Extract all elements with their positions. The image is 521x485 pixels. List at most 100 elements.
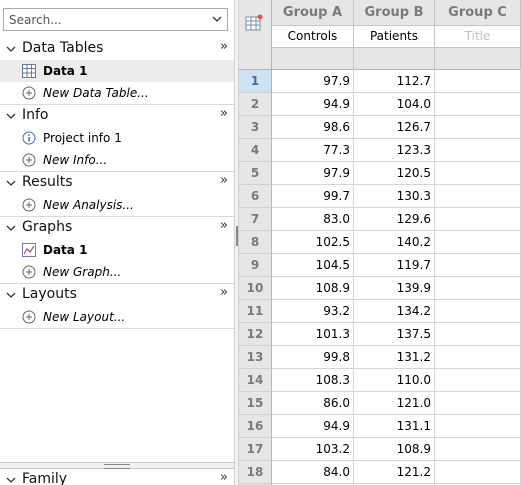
row-number[interactable]: 1 <box>239 70 272 93</box>
table-cell[interactable]: 83.0 <box>272 208 354 231</box>
table-cell[interactable] <box>435 461 521 484</box>
table-format-icon[interactable] <box>245 14 263 32</box>
nav-item-new-info[interactable]: New Info... <box>0 149 234 171</box>
section-header-family[interactable]: Family » <box>0 469 234 485</box>
table-cell[interactable] <box>435 70 521 93</box>
table-cell[interactable]: 94.9 <box>272 93 354 116</box>
nav-item-new-data-table[interactable]: New Data Table... <box>0 82 234 104</box>
table-cell[interactable] <box>435 231 521 254</box>
table-cell[interactable]: 139.9 <box>354 277 435 300</box>
table-cell[interactable] <box>435 300 521 323</box>
table-cell[interactable] <box>435 139 521 162</box>
row-number[interactable]: 5 <box>239 162 272 185</box>
row-number[interactable]: 6 <box>239 185 272 208</box>
section-header-results[interactable]: Results » <box>0 172 234 194</box>
nav-item-new-graph[interactable]: New Graph... <box>0 261 234 283</box>
row-number[interactable]: 13 <box>239 346 272 369</box>
table-cell[interactable]: 104.0 <box>354 93 435 116</box>
more-icon[interactable]: » <box>220 218 228 233</box>
table-cell[interactable]: 77.3 <box>272 139 354 162</box>
section-header-info[interactable]: Info » <box>0 105 234 127</box>
column-title-cell[interactable]: Controls <box>272 26 354 48</box>
table-cell[interactable]: 103.2 <box>272 438 354 461</box>
chevron-down-icon[interactable] <box>6 178 16 188</box>
table-cell[interactable]: 123.3 <box>354 139 435 162</box>
table-cell[interactable]: 99.8 <box>272 346 354 369</box>
table-cell[interactable] <box>435 415 521 438</box>
table-cell[interactable]: 120.5 <box>354 162 435 185</box>
table-cell[interactable] <box>435 277 521 300</box>
nav-item-new-analysis[interactable]: New Analysis... <box>0 194 234 216</box>
table-cell[interactable] <box>435 93 521 116</box>
table-cell[interactable]: 84.0 <box>272 461 354 484</box>
table-cell[interactable] <box>435 116 521 139</box>
row-number[interactable]: 14 <box>239 369 272 392</box>
table-cell[interactable]: 131.1 <box>354 415 435 438</box>
chevron-down-icon[interactable] <box>6 111 16 121</box>
more-icon[interactable]: » <box>220 106 228 121</box>
nav-item-data-1[interactable]: Data 1 <box>0 239 234 261</box>
row-number[interactable]: 17 <box>239 438 272 461</box>
more-icon[interactable]: » <box>220 173 228 188</box>
more-icon[interactable]: » <box>220 470 228 485</box>
table-cell[interactable]: 112.7 <box>354 70 435 93</box>
section-header-graphs[interactable]: Graphs » <box>0 217 234 239</box>
chevron-down-icon[interactable] <box>6 475 16 485</box>
section-header-layouts[interactable]: Layouts » <box>0 284 234 306</box>
row-number[interactable]: 16 <box>239 415 272 438</box>
chevron-down-icon[interactable] <box>6 223 16 233</box>
sheet-corner[interactable] <box>239 0 272 70</box>
table-cell[interactable] <box>435 208 521 231</box>
table-cell[interactable]: 101.3 <box>272 323 354 346</box>
table-cell[interactable] <box>435 346 521 369</box>
row-number[interactable]: 8 <box>239 231 272 254</box>
chevron-down-icon[interactable] <box>6 290 16 300</box>
nav-item-data-1[interactable]: Data 1 <box>0 60 234 82</box>
row-number[interactable]: 9 <box>239 254 272 277</box>
row-number[interactable]: 2 <box>239 93 272 116</box>
table-cell[interactable]: 130.3 <box>354 185 435 208</box>
column-header[interactable]: Group A <box>272 0 354 26</box>
row-number[interactable]: 4 <box>239 139 272 162</box>
table-cell[interactable]: 97.9 <box>272 70 354 93</box>
column-header[interactable]: Group C <box>435 0 521 26</box>
table-cell[interactable]: 110.0 <box>354 369 435 392</box>
table-cell[interactable]: 126.7 <box>354 116 435 139</box>
table-cell[interactable]: 137.5 <box>354 323 435 346</box>
search-input[interactable]: Search... <box>3 8 228 31</box>
column-title-cell[interactable]: Patients <box>354 26 435 48</box>
row-number[interactable]: 15 <box>239 392 272 415</box>
table-cell[interactable]: 98.6 <box>272 116 354 139</box>
more-icon[interactable]: » <box>220 285 228 300</box>
chevron-down-icon[interactable] <box>211 12 223 26</box>
table-cell[interactable]: 108.9 <box>272 277 354 300</box>
table-cell[interactable] <box>435 392 521 415</box>
table-cell[interactable]: 99.7 <box>272 185 354 208</box>
row-number[interactable]: 3 <box>239 116 272 139</box>
table-cell[interactable]: 121.0 <box>354 392 435 415</box>
row-number[interactable]: 12 <box>239 323 272 346</box>
more-icon[interactable]: » <box>220 39 228 54</box>
row-number[interactable]: 11 <box>239 300 272 323</box>
table-cell[interactable] <box>435 323 521 346</box>
row-number[interactable]: 7 <box>239 208 272 231</box>
table-cell[interactable] <box>435 162 521 185</box>
column-header[interactable]: Group B <box>354 0 435 26</box>
table-cell[interactable]: 108.9 <box>354 438 435 461</box>
chevron-down-icon[interactable] <box>6 44 16 54</box>
table-cell[interactable]: 119.7 <box>354 254 435 277</box>
table-cell[interactable]: 102.5 <box>272 231 354 254</box>
table-cell[interactable]: 134.2 <box>354 300 435 323</box>
panel-resize-handle[interactable] <box>0 462 234 469</box>
table-cell[interactable]: 93.2 <box>272 300 354 323</box>
table-cell[interactable]: 97.9 <box>272 162 354 185</box>
row-number[interactable]: 18 <box>239 461 272 484</box>
table-cell[interactable]: 108.3 <box>272 369 354 392</box>
table-cell[interactable] <box>435 369 521 392</box>
row-number[interactable]: 10 <box>239 277 272 300</box>
nav-item-project-info-1[interactable]: Project info 1 <box>0 127 234 149</box>
table-cell[interactable] <box>435 438 521 461</box>
table-cell[interactable]: 121.2 <box>354 461 435 484</box>
table-cell[interactable] <box>435 185 521 208</box>
column-title-cell[interactable]: Title <box>435 26 521 48</box>
